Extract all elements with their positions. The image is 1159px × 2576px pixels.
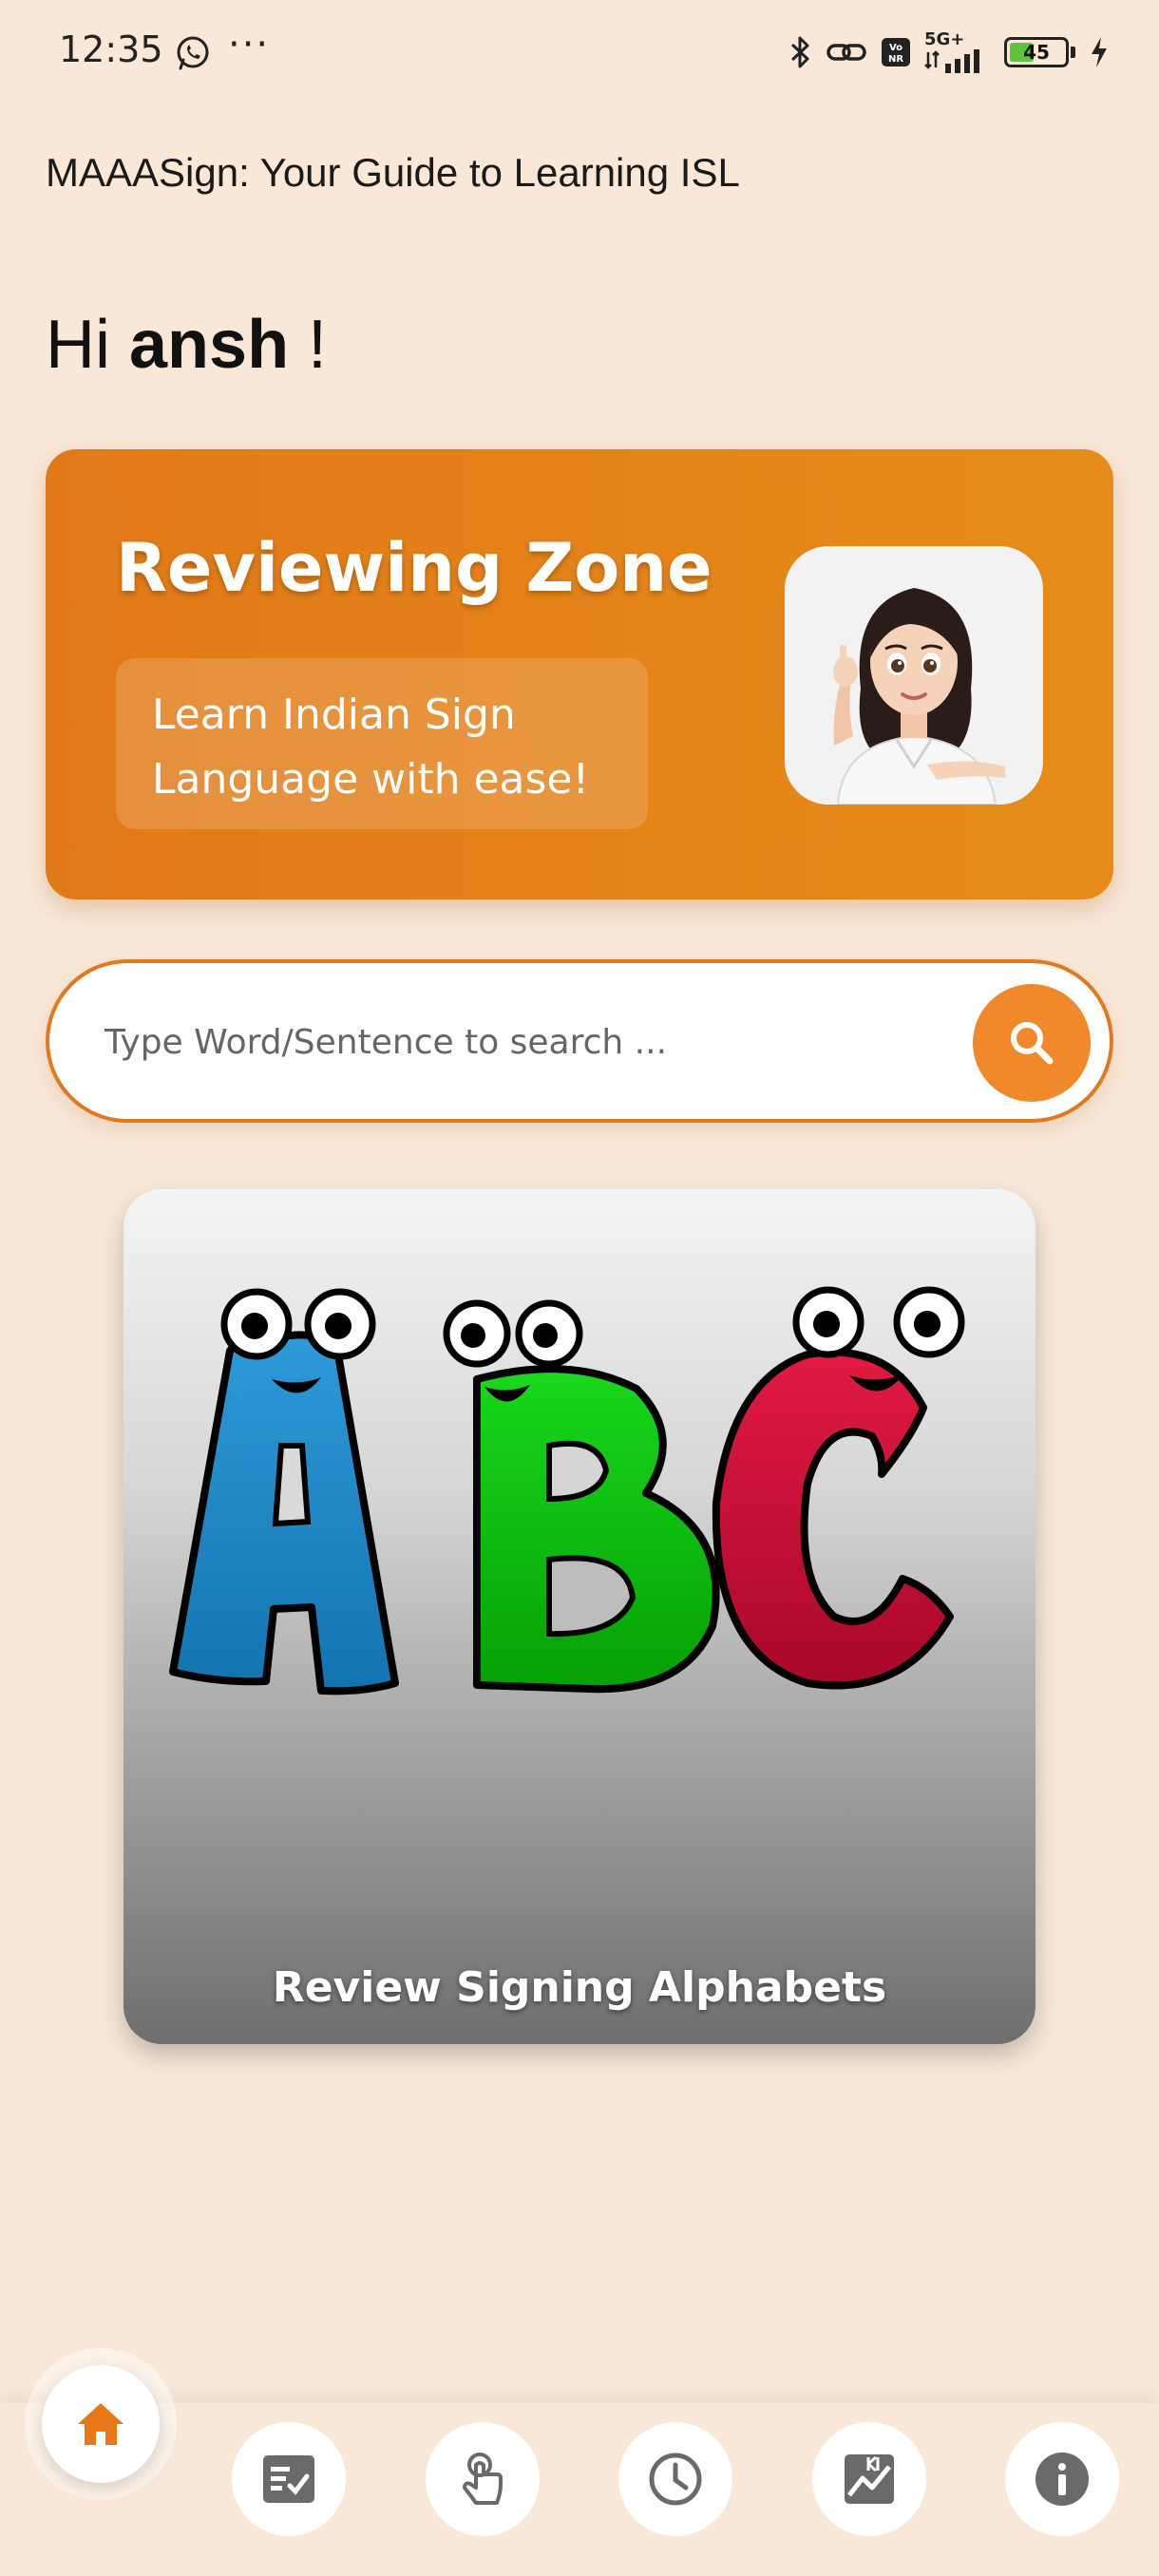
nav-home-button[interactable] [42,2365,160,2483]
review-alphabets-card[interactable]: Review Signing Alphabets [124,1189,1036,2044]
tap-gesture-icon [463,2453,503,2505]
search-input[interactable] [103,1005,923,1079]
battery-nub [1071,47,1075,58]
review-card-caption: Review Signing Alphabets [272,1963,887,2012]
status-bar: 12:35 ··· Vo NR 5G+ 45 [0,0,1159,104]
checklist-icon [263,2455,314,2503]
nav-info-button[interactable] [1005,2422,1119,2536]
greeting: Hi ansh ! [46,306,327,384]
sign-avatar-image [785,546,1043,805]
battery-percent: 45 [1023,41,1050,64]
svg-text:Vo: Vo [889,43,902,53]
more-notifications-icon: ··· [228,23,271,66]
search-icon [1011,1022,1054,1065]
search-bar [46,959,1113,1123]
stats-chart-icon [845,2454,894,2504]
charging-bolt-icon [1092,37,1107,67]
volte-icon: Vo NR [882,38,910,66]
network-type: 5G+ [924,29,965,49]
signal-icon [924,49,979,73]
nav-quiz-button[interactable] [232,2422,346,2536]
letter-a-character [169,1288,399,1695]
user-name: ansh [129,307,290,383]
letter-b-character [443,1299,720,1694]
abc-cartoon-illustration [169,1286,965,1695]
search-button[interactable] [973,984,1091,1102]
greeting-prefix: Hi [46,307,129,383]
battery-indicator: 45 [1004,37,1069,67]
reviewing-zone-banner: Reviewing Zone Learn Indian Sign Languag… [46,449,1113,900]
bottom-navigation [0,2403,1159,2576]
signing-girl-illustration [785,546,1043,805]
home-icon [78,2403,124,2445]
svg-text:NR: NR [888,54,903,65]
whatsapp-icon [177,36,209,70]
history-clock-icon [649,2453,702,2506]
nav-progress-button[interactable] [812,2422,926,2536]
greeting-suffix: ! [289,307,328,383]
letter-c-character [712,1286,965,1690]
banner-title: Reviewing Zone [116,529,712,607]
nav-practice-button[interactable] [426,2422,540,2536]
link-icon [826,44,866,61]
banner-subtitle: Learn Indian Sign Language with ease! [116,658,648,829]
nav-history-button[interactable] [618,2422,732,2536]
bluetooth-icon [790,36,809,68]
status-time: 12:35 [59,28,163,70]
app-title: MAAASign: Your Guide to Learning ISL [46,150,740,195]
info-icon [1036,2453,1089,2506]
